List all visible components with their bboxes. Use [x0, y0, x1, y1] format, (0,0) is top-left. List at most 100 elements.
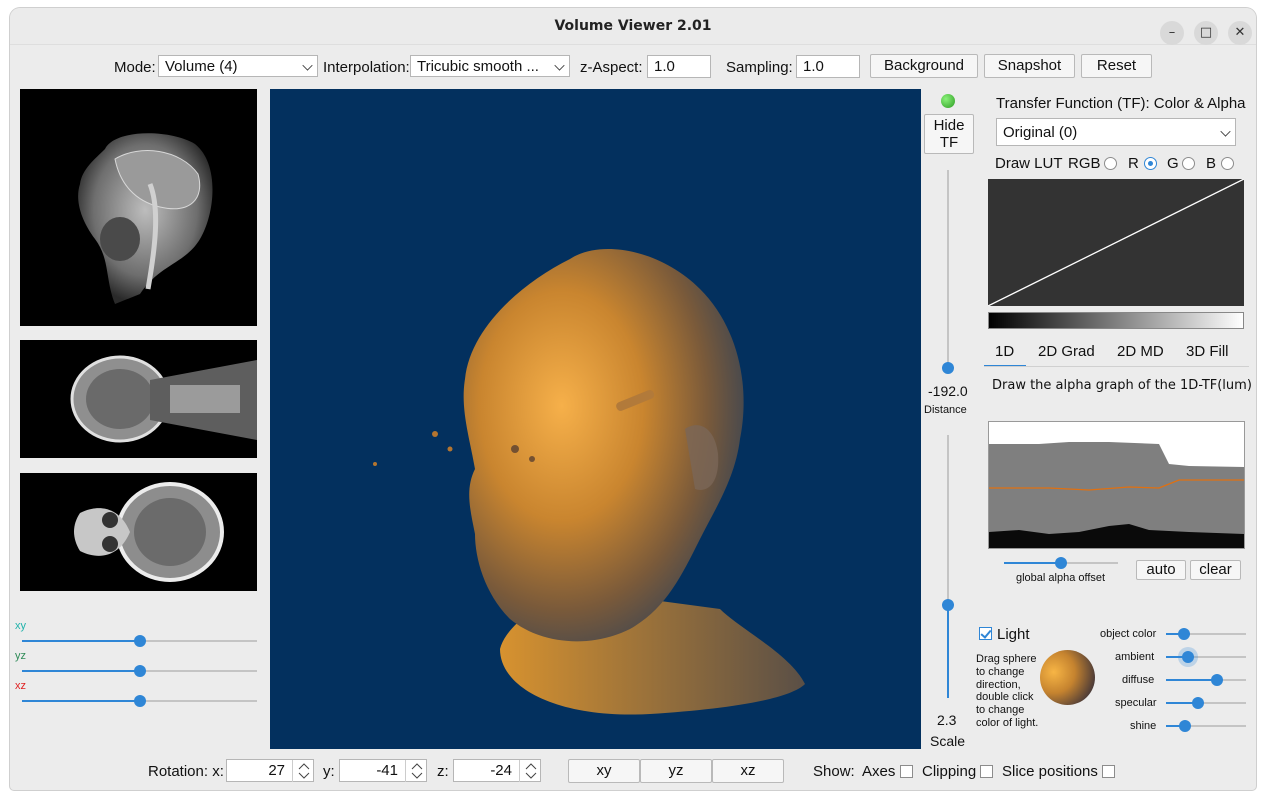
clipping-checkbox[interactable]	[980, 765, 993, 778]
distance-value: -192.0	[928, 383, 968, 399]
diffuse-handle[interactable]	[1211, 674, 1223, 686]
xz-view-button[interactable]: xz	[712, 759, 784, 783]
scale-value: 2.3	[937, 712, 957, 728]
slice-positions-checkbox[interactable]	[1102, 765, 1115, 778]
axes-checkbox[interactable]	[900, 765, 913, 778]
light-hint-line: to change	[976, 704, 1025, 717]
axes-label: Axes	[862, 763, 896, 780]
hide-tf-line1: Hide	[933, 117, 965, 134]
g-label: G	[1167, 155, 1179, 172]
axial-slice-view[interactable]	[20, 473, 257, 591]
sagittal-slice-view[interactable]	[20, 89, 257, 326]
xz-slider-handle[interactable]	[134, 695, 146, 707]
yz-slider-fill	[22, 670, 140, 672]
light-hint: Drag sphere to change direction, double …	[976, 653, 1038, 730]
xz-slider-label: xz	[15, 680, 26, 692]
lut-editor-canvas[interactable]	[987, 178, 1245, 307]
xy-slider-handle[interactable]	[134, 635, 146, 647]
diffuse-label: diffuse	[1122, 674, 1155, 686]
r-radio[interactable]	[1144, 157, 1157, 170]
mode-value: Volume (4)	[165, 58, 238, 75]
coronal-slice-view[interactable]	[20, 340, 257, 458]
rotation-label: Rotation: x:	[148, 763, 224, 780]
specular-label: specular	[1115, 697, 1157, 709]
volume-render-view[interactable]	[270, 89, 921, 749]
scale-label: Scale	[930, 733, 966, 749]
g-radio[interactable]	[1182, 157, 1195, 170]
r-label: R	[1128, 155, 1139, 172]
hide-tf-button[interactable]: Hide TF	[924, 114, 974, 154]
distance-slider-track[interactable]	[947, 170, 949, 370]
light-hint-line: direction,	[976, 678, 1021, 691]
title-bar: Volume Viewer 2.01 – □ ✕	[10, 8, 1256, 45]
minimize-icon[interactable]: –	[1160, 21, 1184, 45]
rotation-x-spinner[interactable]	[292, 760, 315, 782]
tf-hint: Draw the alpha graph of the 1D-TF(lum)	[992, 378, 1252, 393]
reset-button[interactable]: Reset	[1081, 54, 1152, 78]
light-direction-sphere[interactable]	[1040, 650, 1095, 705]
scale-slider-fill	[947, 604, 949, 698]
mode-label: Mode:	[114, 59, 156, 76]
b-label: B	[1206, 155, 1217, 172]
show-label: Show:	[813, 763, 855, 780]
xy-view-button[interactable]: xy	[568, 759, 640, 783]
rotation-y-spinner[interactable]	[405, 760, 428, 782]
object-color-handle[interactable]	[1178, 628, 1190, 640]
specular-handle[interactable]	[1192, 697, 1204, 709]
yz-view-button[interactable]: yz	[640, 759, 712, 783]
tab-1d[interactable]: 1D	[995, 343, 1014, 360]
slice-positions-label: Slice positions	[1002, 763, 1098, 780]
background-button[interactable]: Background	[870, 54, 978, 78]
object-color-label: object color	[1100, 628, 1157, 640]
sampling-input[interactable]: 1.0	[796, 55, 860, 78]
zaspect-input[interactable]: 1.0	[647, 55, 711, 78]
yz-slider-handle[interactable]	[134, 665, 146, 677]
close-icon[interactable]: ✕	[1228, 21, 1252, 45]
rgb-label: RGB	[1068, 155, 1101, 172]
distance-label: Distance	[924, 404, 967, 416]
interpolation-select[interactable]: Tricubic smooth ...	[410, 55, 570, 77]
spinner-arrows-icon	[298, 763, 310, 779]
maximize-icon[interactable]: □	[1194, 21, 1218, 45]
shine-handle[interactable]	[1179, 720, 1191, 732]
interpolation-value: Tricubic smooth ...	[417, 58, 539, 75]
distance-slider-handle[interactable]	[942, 362, 954, 374]
b-radio[interactable]	[1221, 157, 1234, 170]
auto-button[interactable]: auto	[1136, 560, 1186, 580]
xy-slider-fill	[22, 640, 140, 642]
hide-tf-line2: TF	[939, 134, 959, 151]
alpha-offset-handle[interactable]	[1055, 557, 1067, 569]
alpha-offset-label: global alpha offset	[1016, 572, 1106, 584]
tab-3d-fill[interactable]: 3D Fill	[1186, 343, 1229, 360]
rgb-radio[interactable]	[1104, 157, 1117, 170]
chevron-down-icon	[554, 60, 565, 71]
tab-divider	[984, 366, 1249, 367]
spinner-arrows-icon	[525, 763, 537, 779]
scale-slider-handle[interactable]	[942, 599, 954, 611]
rotation-z-spinner[interactable]	[519, 760, 542, 782]
xy-slider-label: xy	[15, 620, 26, 632]
scale-slider-track[interactable]	[947, 435, 949, 605]
chevron-down-icon	[302, 60, 313, 71]
sagittal-mri-image	[78, 133, 213, 304]
light-checkbox[interactable]	[979, 627, 992, 640]
alpha-histogram	[989, 442, 1244, 548]
ambient-label: ambient	[1115, 651, 1155, 663]
tf-preset-select[interactable]: Original (0)	[996, 118, 1236, 146]
alpha-offset-fill	[1004, 562, 1061, 564]
alpha-histogram-canvas[interactable]	[988, 421, 1245, 549]
sampling-label: Sampling:	[726, 59, 793, 76]
clear-button[interactable]: clear	[1190, 560, 1241, 580]
light-hint-line: color of light.	[976, 716, 1039, 729]
tab-2d-md[interactable]: 2D MD	[1117, 343, 1164, 360]
shine-label: shine	[1130, 720, 1157, 732]
draw-lut-label: Draw LUT	[995, 155, 1063, 172]
spinner-arrows-icon	[411, 763, 423, 779]
light-hint-line: double click	[976, 691, 1034, 704]
snapshot-button[interactable]: Snapshot	[984, 54, 1075, 78]
ambient-handle[interactable]	[1182, 651, 1194, 663]
tab-2d-grad[interactable]: 2D Grad	[1038, 343, 1095, 360]
lut-colorbar	[988, 312, 1244, 329]
chevron-down-icon	[1220, 126, 1231, 137]
mode-select[interactable]: Volume (4)	[158, 55, 318, 77]
